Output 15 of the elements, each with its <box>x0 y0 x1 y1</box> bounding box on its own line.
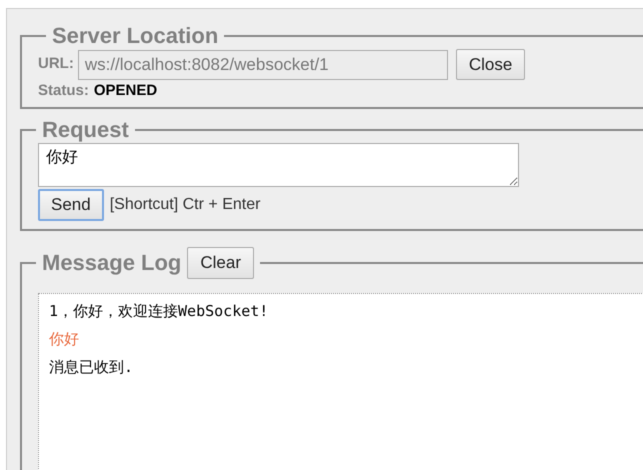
status-value: OPENED <box>94 81 158 101</box>
log-message: 1，你好，欢迎连接WebSocket! <box>49 300 270 322</box>
log-message: 消息已收到. <box>49 356 134 378</box>
url-field[interactable]: ws://localhost:8082/websocket/1 <box>78 50 448 80</box>
clear-button[interactable]: Clear <box>187 246 254 278</box>
group-legend: Request <box>36 116 135 142</box>
shortcut-hint: [Shortcut] Ctr + Enter <box>110 194 260 214</box>
group-legend: Server Location <box>46 23 224 49</box>
log-message: 你好 <box>49 328 80 350</box>
send-button[interactable]: Send <box>38 188 104 220</box>
group-legend: Message Log <box>42 250 182 276</box>
message-input[interactable]: 你好 <box>38 142 519 186</box>
close-button[interactable]: Close <box>456 49 526 80</box>
url-label: URL: <box>38 54 74 74</box>
status-label: Status: <box>38 81 89 101</box>
